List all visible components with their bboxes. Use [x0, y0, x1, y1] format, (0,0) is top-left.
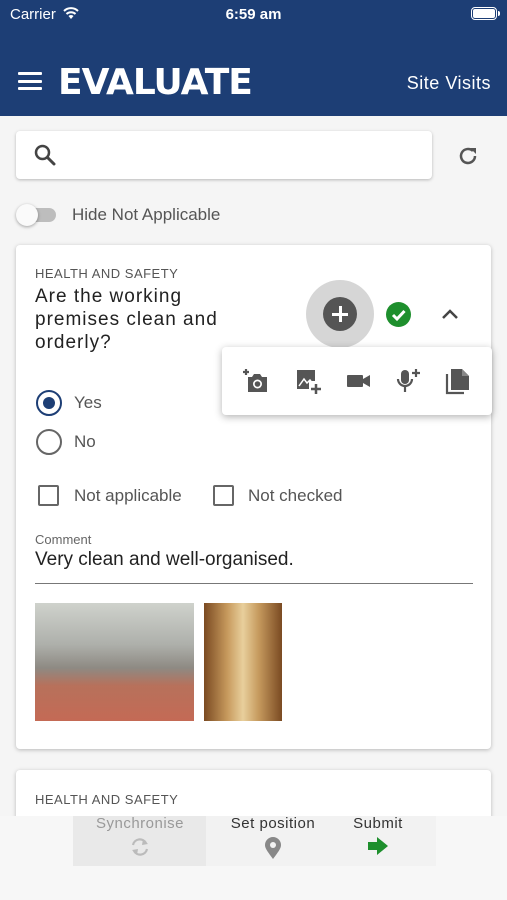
synchronise-label: Synchronise — [95, 815, 185, 832]
not-applicable-checkbox[interactable] — [38, 485, 59, 506]
page-title: Site Visits — [406, 73, 491, 93]
add-photo-icon[interactable] — [242, 367, 270, 395]
question-category: HEALTH AND SAFETY — [35, 266, 179, 281]
sync-icon — [131, 838, 149, 856]
video-icon[interactable] — [345, 367, 373, 395]
search-icon — [34, 144, 56, 166]
add-voice-icon[interactable] — [394, 367, 422, 395]
document-icon[interactable] — [444, 367, 472, 395]
arrow-right-icon — [368, 837, 388, 855]
location-pin-icon — [265, 837, 281, 859]
answer-yes-label: Yes — [74, 393, 102, 412]
not-applicable-label: Not applicable — [74, 486, 182, 505]
question-text: Are the working premises clean and order… — [35, 286, 218, 353]
not-checked-label: Not checked — [248, 486, 343, 505]
hide-not-applicable-label: Hide Not Applicable — [72, 205, 221, 224]
answer-no-radio[interactable] — [36, 429, 62, 455]
app-logo: EVALUATE — [58, 62, 253, 103]
top-app-bar: Carrier 6:59 am EVALUATE Site Visits — [0, 0, 507, 116]
answer-yes-radio[interactable] — [36, 390, 62, 416]
refresh-icon[interactable] — [456, 144, 480, 168]
add-attachment-button[interactable] — [323, 297, 357, 331]
comment-label: Comment — [35, 532, 92, 547]
question-category-2: HEALTH AND SAFETY — [35, 792, 179, 807]
bottom-action-bar: Synchronise Set position Submit — [0, 815, 507, 900]
search-input[interactable] — [16, 131, 432, 179]
wine-barrels-photo[interactable] — [204, 603, 282, 721]
comment-underline — [35, 583, 473, 584]
question-card: HEALTH AND SAFETY Are the working premis… — [16, 245, 491, 749]
synchronise-button[interactable]: Synchronise — [73, 815, 207, 866]
hide-not-applicable-toggle[interactable] — [16, 204, 58, 226]
add-image-icon[interactable] — [295, 367, 323, 395]
chevron-up-icon[interactable] — [440, 305, 460, 323]
status-bar: Carrier 6:59 am — [0, 0, 507, 30]
submit-button[interactable]: Submit — [320, 815, 436, 866]
clock: 6:59 am — [225, 6, 282, 23]
comment-field[interactable]: Very clean and well-organised. — [35, 549, 294, 571]
attachment-menu — [222, 347, 492, 415]
not-checked-checkbox[interactable] — [213, 485, 234, 506]
battery-icon — [471, 7, 500, 20]
winery-tanks-photo[interactable] — [35, 603, 194, 721]
submit-label: Submit — [353, 815, 403, 832]
hamburger-menu-icon[interactable] — [18, 72, 42, 90]
completed-check-icon — [386, 302, 411, 327]
answer-no-label: No — [74, 432, 96, 451]
